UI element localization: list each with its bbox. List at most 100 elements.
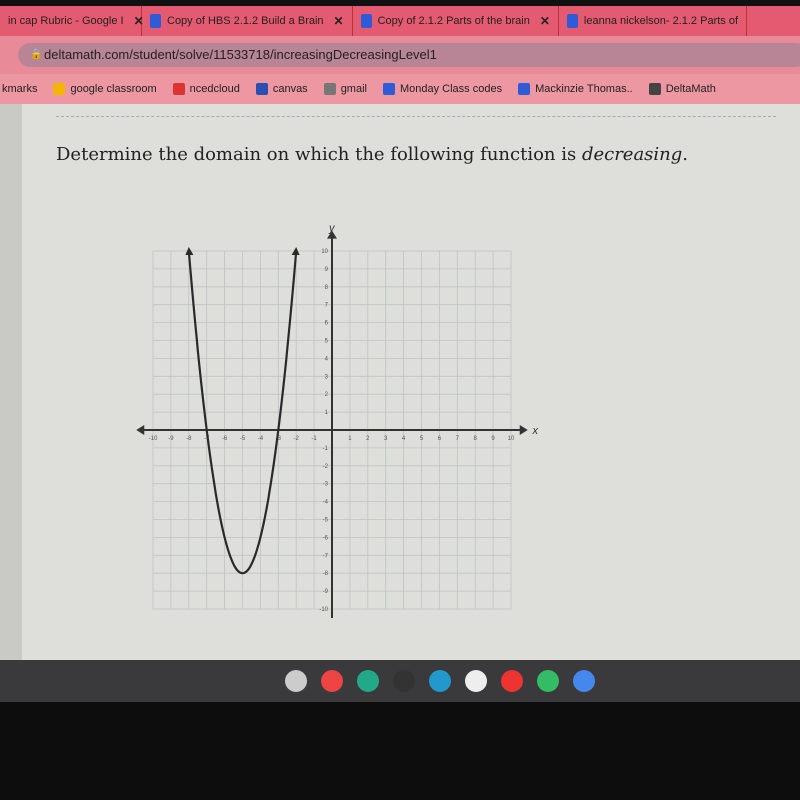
- y-tick-label: 5: [325, 339, 329, 345]
- tab[interactable]: leanna nickelson- 2.1.2 Parts of: [559, 6, 748, 36]
- y-tick-label: 4: [325, 356, 329, 362]
- x-tick-label: -9: [168, 436, 174, 442]
- y-tick-label: 2: [325, 392, 329, 398]
- bookmarks-bar: kmarks google classroom ncedcloud canvas gma…: [0, 74, 800, 104]
- bookmark-label: gmail: [340, 83, 367, 95]
- tab[interactable]: Copy of HBS 2.1.2 Build a Brain ✕: [142, 6, 353, 36]
- play-store-icon[interactable]: [537, 670, 559, 692]
- x-tick-label: 3: [384, 436, 388, 442]
- bookmark-item[interactable]: google classroom: [53, 83, 157, 95]
- camera-icon[interactable]: [465, 670, 487, 692]
- x-tick-label: 1: [348, 436, 352, 442]
- x-tick-label: 7: [456, 436, 460, 442]
- x-tick-label: -5: [240, 436, 246, 442]
- tab-strip: in cap Rubric - Google I ✕ Copy of HBS 2.1…: [0, 6, 800, 36]
- function-graph: x y -10 -9 -8 -7 -6 -5 -4 -3 -2 -1 1 2 3 4 5 6 7 8 9 10 -10 -9 -…: [136, 222, 538, 618]
- docs-icon: [150, 14, 161, 28]
- y-tick-label: 3: [325, 374, 329, 380]
- tab[interactable]: Copy of 2.1.2 Parts of the brain ✕: [353, 6, 559, 36]
- bookmark-icon: [518, 83, 531, 95]
- question-prefix: Determine the domain on which the follow…: [56, 144, 582, 165]
- y-tick-label: -8: [323, 571, 329, 577]
- bookmark-label: kmarks: [2, 83, 38, 95]
- bookmark-label: ncedcloud: [189, 83, 240, 95]
- lock-icon: 🔒: [30, 49, 43, 60]
- divider: [56, 116, 776, 117]
- y-tick-label: -3: [323, 482, 329, 488]
- bookmark-item[interactable]: kmarks: [2, 83, 37, 95]
- y-axis-label: y: [328, 222, 336, 234]
- tab[interactable]: in cap Rubric - Google I ✕: [0, 6, 144, 36]
- bookmark-icon: [382, 83, 395, 95]
- x-tick-label: 5: [420, 436, 424, 442]
- tab-title: leanna nickelson- 2.1.2 Parts of: [583, 15, 739, 27]
- x-tick-label: 9: [491, 436, 495, 442]
- y-tick-label: 1: [325, 410, 329, 416]
- x-tick-label: 2: [366, 436, 370, 442]
- x-tick-label: 6: [438, 436, 442, 442]
- y-tick-label: -5: [323, 518, 329, 524]
- chrome-icon[interactable]: [501, 670, 523, 692]
- y-tick-label: -10: [319, 607, 328, 613]
- url-text: deltamath.com/student/solve/11533718/inc…: [44, 47, 437, 62]
- x-tick-label: -6: [222, 436, 228, 442]
- bookmark-label: DeltaMath: [665, 83, 716, 95]
- bookmark-item[interactable]: Monday Class codes: [382, 83, 502, 95]
- monitor-bezel: [0, 702, 800, 800]
- docs-icon: [566, 14, 578, 28]
- x-tick-label: -2: [294, 436, 300, 442]
- taskbar: [0, 660, 800, 702]
- files-folder-icon[interactable]: [573, 670, 595, 692]
- bookmark-label: canvas: [272, 83, 308, 95]
- close-icon[interactable]: ✕: [334, 14, 344, 28]
- url-field[interactable]: 🔒 deltamath.com/student/solve/11533718/in…: [18, 43, 800, 67]
- y-tick-label: -2: [323, 464, 329, 470]
- bookmark-icon: [53, 83, 66, 95]
- bookmark-icon: [323, 83, 336, 95]
- close-icon[interactable]: ✕: [540, 14, 550, 28]
- y-tick-label: -9: [323, 589, 329, 595]
- x-tick-label: -1: [311, 436, 317, 442]
- x-tick-label: 8: [474, 436, 478, 442]
- bookmark-icon: [255, 83, 268, 95]
- bookmark-icon: [648, 83, 661, 95]
- y-tick-label: 10: [321, 249, 328, 255]
- x-tick-label: 4: [402, 436, 406, 442]
- docs-icon: [360, 14, 372, 28]
- y-tick-label: -7: [323, 553, 329, 559]
- y-tick-label: 7: [325, 303, 329, 309]
- drive-icon[interactable]: [357, 670, 379, 692]
- y-tick-label: 8: [325, 285, 329, 291]
- bookmark-item[interactable]: DeltaMath: [648, 83, 716, 95]
- y-tick-label: 9: [325, 267, 329, 273]
- dots-app-icon[interactable]: [429, 670, 451, 692]
- bookmark-label: Mackinzie Thomas..: [535, 83, 633, 95]
- files-icon[interactable]: [285, 670, 307, 692]
- question-suffix: .: [682, 144, 689, 165]
- y-tick-label: 6: [325, 321, 329, 327]
- bookmark-item[interactable]: gmail: [323, 83, 367, 95]
- y-tick-label: -1: [323, 446, 329, 452]
- tab-title: in cap Rubric - Google I: [8, 15, 124, 27]
- bookmark-item[interactable]: ncedcloud: [172, 83, 240, 95]
- tab-title: Copy of 2.1.2 Parts of the brain: [377, 15, 530, 27]
- question-text: Determine the domain on which the follow…: [56, 144, 688, 165]
- address-bar: 🔒 deltamath.com/student/solve/11533718/in…: [0, 36, 800, 74]
- x-tick-label: -10: [149, 436, 158, 442]
- meet-icon[interactable]: [321, 670, 343, 692]
- app-icon[interactable]: [393, 670, 415, 692]
- x-tick-label: -4: [258, 436, 264, 442]
- x-tick-label: -8: [186, 436, 192, 442]
- tab-title: Copy of HBS 2.1.2 Build a Brain: [167, 15, 324, 27]
- question-emphasis: decreasing: [581, 144, 683, 165]
- x-axis-label: x: [531, 425, 538, 437]
- y-tick-label: -6: [323, 535, 329, 541]
- page-content: Determine the domain on which the follow…: [0, 104, 800, 660]
- x-tick-label: 10: [508, 436, 515, 442]
- y-tick-label: -4: [323, 500, 329, 506]
- bookmark-label: google classroom: [70, 83, 157, 95]
- bookmark-item[interactable]: canvas: [255, 83, 308, 95]
- sidebar: [0, 104, 22, 660]
- bookmark-item[interactable]: Mackinzie Thomas..: [518, 83, 633, 95]
- bookmark-icon: [172, 83, 185, 95]
